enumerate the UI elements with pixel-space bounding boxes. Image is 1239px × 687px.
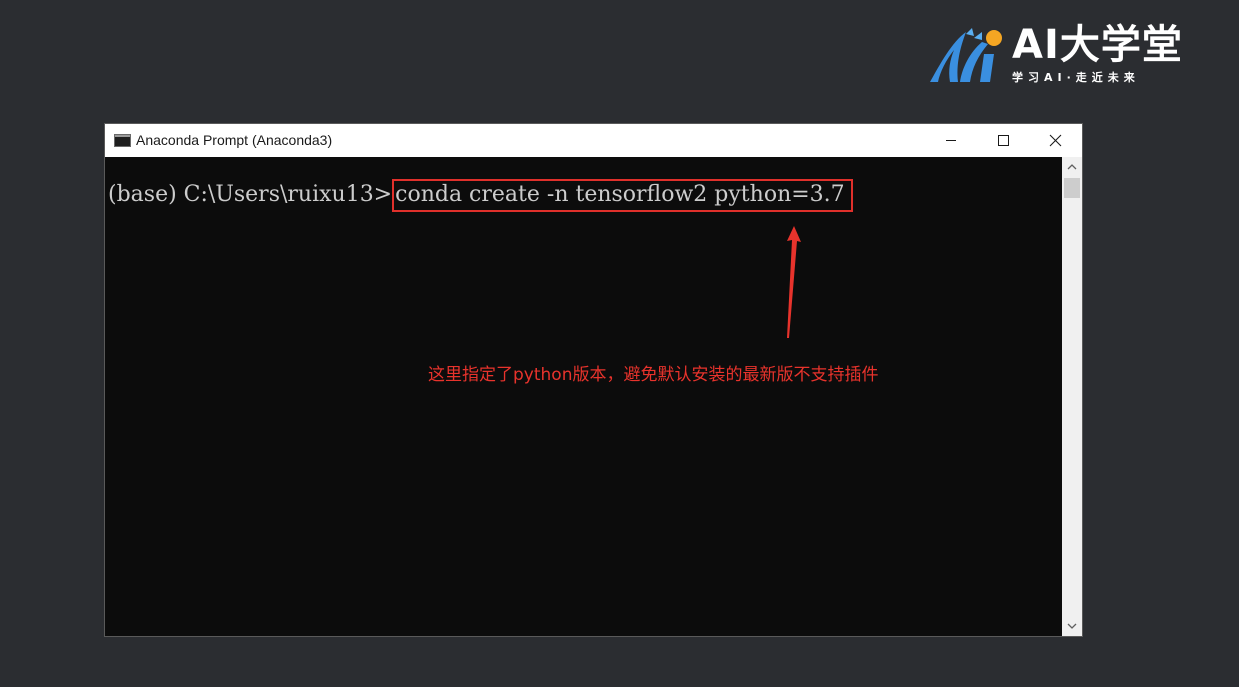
console-output[interactable]: (base) C:\Users\ruixu13> conda create -n … xyxy=(105,157,1062,636)
minimize-button[interactable] xyxy=(925,124,977,157)
close-icon xyxy=(1049,134,1062,147)
console-icon xyxy=(114,134,131,147)
maximize-icon xyxy=(998,135,1009,146)
annotation-note: 这里指定了python版本，避免默认安装的最新版不支持插件 xyxy=(428,365,879,385)
scroll-down-icon[interactable] xyxy=(1062,616,1082,636)
brand-subtitle: 学习AI·走近未来 xyxy=(1012,71,1140,84)
minimize-icon xyxy=(946,140,956,141)
prompt-path: (base) C:\Users\ruixu13> xyxy=(108,182,393,207)
command-highlight: conda create -n tensorflow2 python=3.7 xyxy=(392,179,853,212)
prompt-line: (base) C:\Users\ruixu13> conda create -n … xyxy=(108,179,853,212)
slide: AI大学堂 学习AI·走近未来 Anaconda Prompt (Anacond… xyxy=(0,0,1239,687)
maximize-button[interactable] xyxy=(977,124,1029,157)
window-titlebar[interactable]: Anaconda Prompt (Anaconda3) xyxy=(105,124,1082,157)
window-title: Anaconda Prompt (Anaconda3) xyxy=(136,132,333,148)
vertical-scrollbar[interactable] xyxy=(1062,157,1082,636)
annotation-arrow-icon xyxy=(787,226,801,338)
scroll-up-icon[interactable] xyxy=(1062,157,1082,177)
brand-mark-icon xyxy=(930,28,1002,82)
brand-title: AI大学堂 xyxy=(1012,22,1183,68)
brand-logo: AI大学堂 学习AI·走近未来 xyxy=(926,22,1216,92)
scroll-thumb[interactable] xyxy=(1064,178,1080,198)
close-button[interactable] xyxy=(1030,124,1082,157)
command-text: conda create -n tensorflow2 python=3.7 xyxy=(395,182,845,207)
